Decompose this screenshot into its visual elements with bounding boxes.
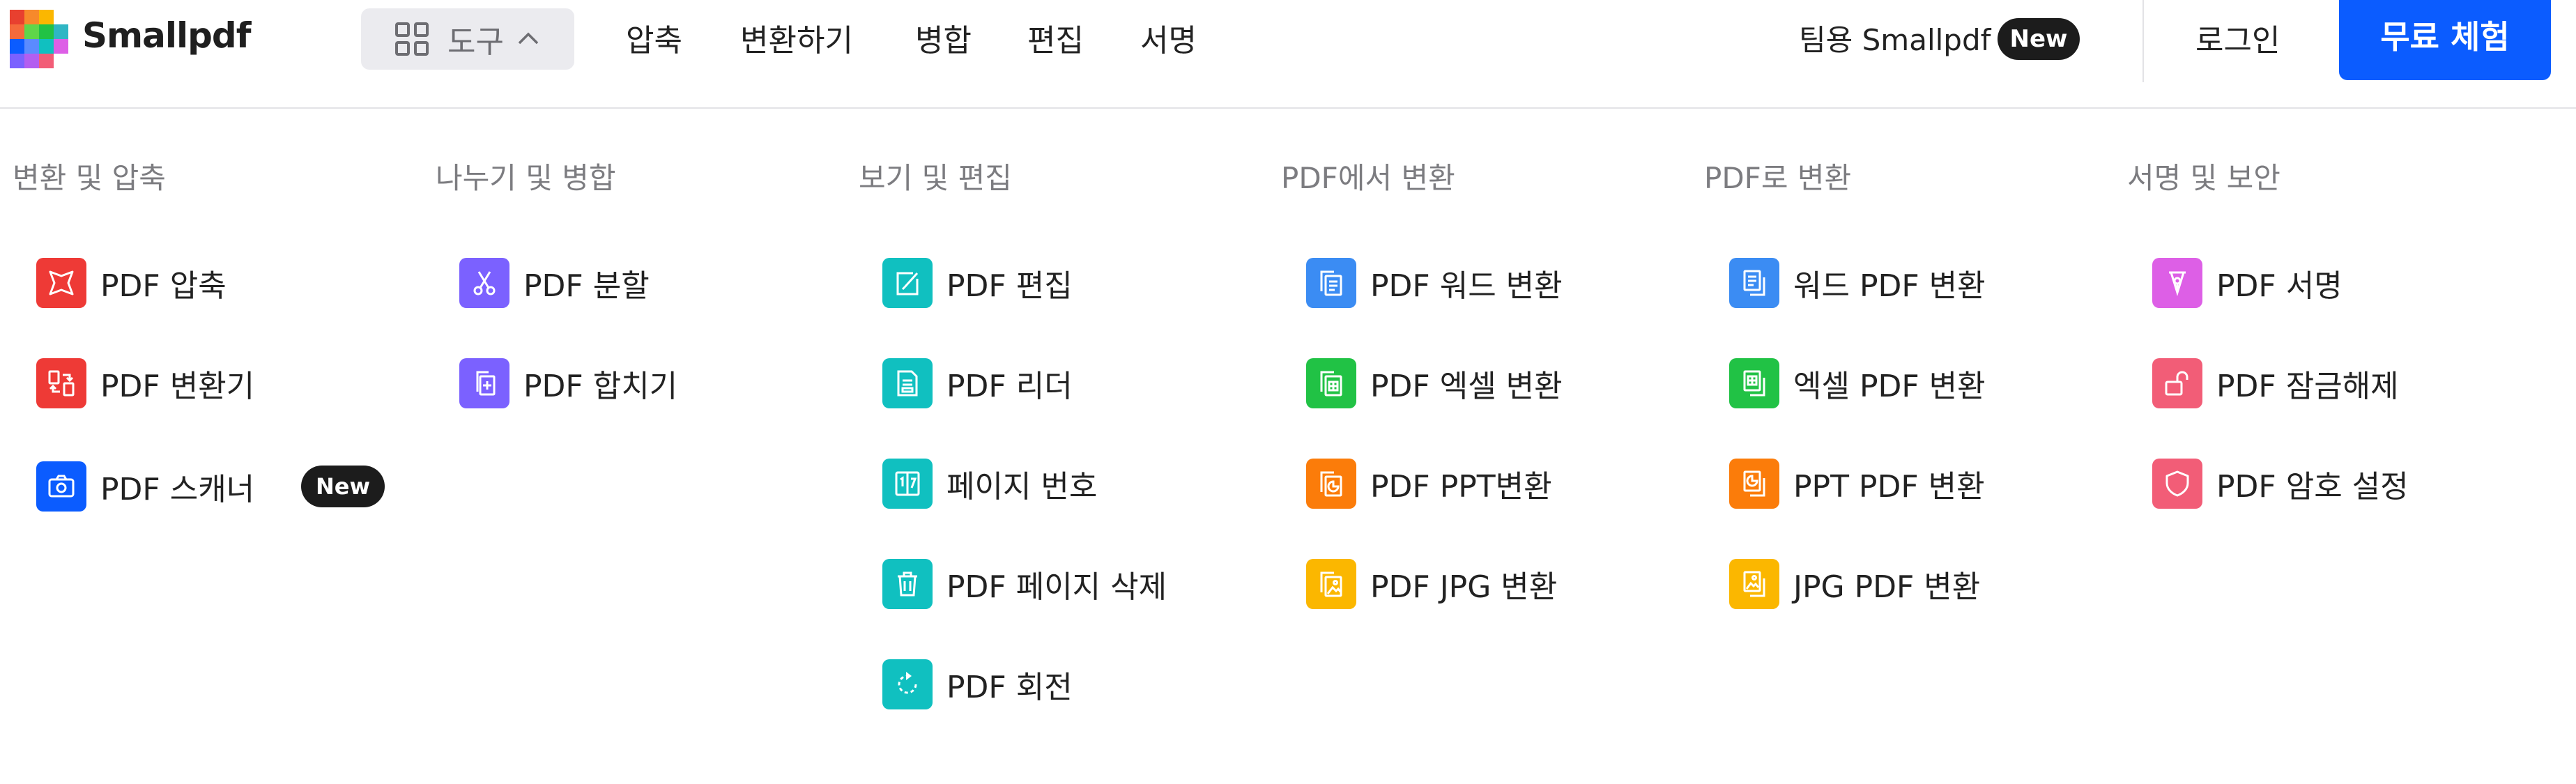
menu-item-label: JPG PDF 변환 [1793,569,1981,605]
menu-item-label: PDF 편집 [946,268,1073,304]
menu-item-label: PPT PDF 변환 [1793,469,1985,505]
menu-item-pdf-to-ppt[interactable]: PDF PPT변환 [1306,459,1552,509]
menu-item-label: 엑셀 PDF 변환 [1793,369,1986,404]
menu-item-jpg-to-pdf[interactable]: JPG PDF 변환 [1729,559,1980,609]
edit-icon [882,258,933,308]
menu-item-edit-pdf[interactable]: PDF 편집 [882,258,1073,308]
convert-icon [36,358,86,408]
shield-icon [2152,459,2202,509]
page-number-icon [882,459,933,509]
menu-item-word-to-pdf[interactable]: 워드 PDF 변환 [1729,258,1986,308]
menu-item-delete-pages[interactable]: PDF 페이지 삭제 [882,559,1167,609]
compress-icon [36,258,86,308]
menu-item-pdf-reader[interactable]: PDF 리더 [882,358,1073,408]
new-badge: New [301,466,385,507]
nav-link-sign[interactable]: 서명 [1140,15,1197,60]
free-trial-button[interactable]: 무료 체험 [2339,0,2551,80]
camera-icon [36,461,86,512]
ppt-icon [1306,459,1356,509]
menu-item-label: PDF 합치기 [523,369,678,404]
new-badge: New [1998,18,2080,60]
menu-item-label: PDF 페이지 삭제 [946,569,1167,605]
excel-icon [1306,358,1356,408]
word-icon [1306,258,1356,308]
scissors-icon [459,258,509,308]
menu-item-label: PDF 리더 [946,369,1073,404]
nav-link-merge[interactable]: 병합 [915,15,972,60]
menu-item-label: PDF 서명 [2216,268,2343,304]
tools-menu-label: 도구 [447,24,504,60]
menu-item-label: PDF 변환기 [100,369,255,404]
jpg-icon [1306,559,1356,609]
menu-item-excel-to-pdf[interactable]: 엑셀 PDF 변환 [1729,358,1986,408]
grid-icon [395,22,429,56]
menu-item-label: PDF 암호 설정 [2216,469,2409,505]
ppt-icon [1729,459,1779,509]
menu-item-split-pdf[interactable]: PDF 분할 [459,258,650,308]
menu-item-label: PDF 회전 [946,670,1073,705]
menu-item-pdf-converter[interactable]: PDF 변환기 [36,358,254,408]
menu-item-sign-pdf[interactable]: PDF 서명 [2152,258,2343,308]
category-title-convert-to-pdf: PDF로 변환 [1704,161,1852,195]
reader-icon [882,358,933,408]
smallpdf-logo-icon[interactable] [10,10,68,68]
menu-item-page-numbers[interactable]: 페이지 번호 [882,459,1097,509]
menu-item-label: PDF 워드 변환 [1370,268,1563,304]
nav-link-convert[interactable]: 변환하기 [740,15,853,60]
unlock-icon [2152,358,2202,408]
word-icon [1729,258,1779,308]
tools-menu-button[interactable]: 도구 [361,8,574,70]
rotate-icon [882,659,933,709]
nav-link-compress[interactable]: 압축 [626,15,682,60]
top-navigation-bar: Smallpdf 도구 압축 변환하기 병합 편집 서명 팀용 Smallpdf… [0,0,2576,109]
menu-item-merge-pdf[interactable]: PDF 합치기 [459,358,677,408]
menu-item-label: 페이지 번호 [946,469,1098,505]
menu-item-label: PDF 분할 [523,268,650,304]
trash-icon [882,559,933,609]
category-title-split-merge: 나누기 및 병합 [436,161,616,195]
category-title-sign-security: 서명 및 보안 [2127,161,2280,195]
menu-item-protect-pdf[interactable]: PDF 암호 설정 [2152,459,2409,509]
login-link[interactable]: 로그인 [2195,15,2280,60]
menu-item-rotate-pdf[interactable]: PDF 회전 [882,659,1073,709]
menu-item-unlock-pdf[interactable]: PDF 잠금해제 [2152,358,2399,408]
pen-icon [2152,258,2202,308]
menu-item-pdf-scanner[interactable]: PDF 스캐너 [36,461,254,512]
menu-item-pdf-to-excel[interactable]: PDF 엑셀 변환 [1306,358,1563,408]
nav-link-edit[interactable]: 편집 [1027,15,1084,60]
menu-item-label: PDF 엑셀 변환 [1370,369,1563,404]
team-link[interactable]: 팀용 Smallpdf [1799,17,1991,59]
brand-name[interactable]: Smallpdf [82,15,251,56]
menu-item-label: PDF JPG 변환 [1370,569,1558,605]
merge-icon [459,358,509,408]
category-title-view-edit: 보기 및 편집 [859,161,1012,195]
menu-item-label: PDF 스캐너 [100,472,255,507]
menu-item-label: PDF 압축 [100,268,227,304]
jpg-icon [1729,559,1779,609]
category-title-convert-from-pdf: PDF에서 변환 [1281,161,1455,195]
menu-item-label: PDF PPT변환 [1370,469,1552,505]
excel-icon [1729,358,1779,408]
chevron-up-icon [518,32,539,45]
category-title-convert-compress: 변환 및 압축 [13,161,166,195]
menu-item-pdf-to-jpg[interactable]: PDF JPG 변환 [1306,559,1557,609]
menu-item-compress-pdf[interactable]: PDF 압축 [36,258,227,308]
menu-item-label: PDF 잠금해제 [2216,369,2399,404]
header-divider [2142,0,2144,82]
menu-item-label: 워드 PDF 변환 [1793,268,1986,304]
menu-item-pdf-to-word[interactable]: PDF 워드 변환 [1306,258,1563,308]
menu-item-ppt-to-pdf[interactable]: PPT PDF 변환 [1729,459,1985,509]
